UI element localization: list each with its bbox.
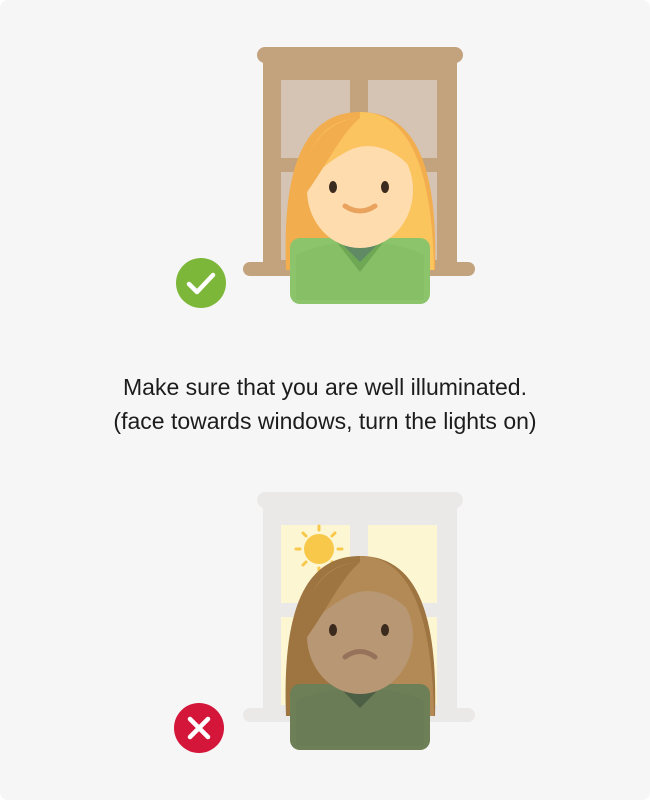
instruction-line-1: Make sure that you are well illuminated. (123, 374, 527, 400)
good-status-badge (176, 258, 226, 308)
good-lighting-illustration (0, 0, 650, 320)
well-lit-person-window-image (243, 47, 475, 304)
cross-icon (174, 703, 224, 753)
instruction-line-2: (face towards windows, turn the lights o… (113, 408, 537, 434)
guideline-card: Make sure that you are well illuminated.… (0, 0, 650, 800)
checkmark-icon (176, 258, 226, 308)
backlit-person-window-image (243, 492, 475, 750)
lighting-instructions: Make sure that you are well illuminated.… (0, 370, 650, 438)
bad-status-badge (174, 703, 224, 753)
bad-lighting-illustration (0, 480, 650, 800)
